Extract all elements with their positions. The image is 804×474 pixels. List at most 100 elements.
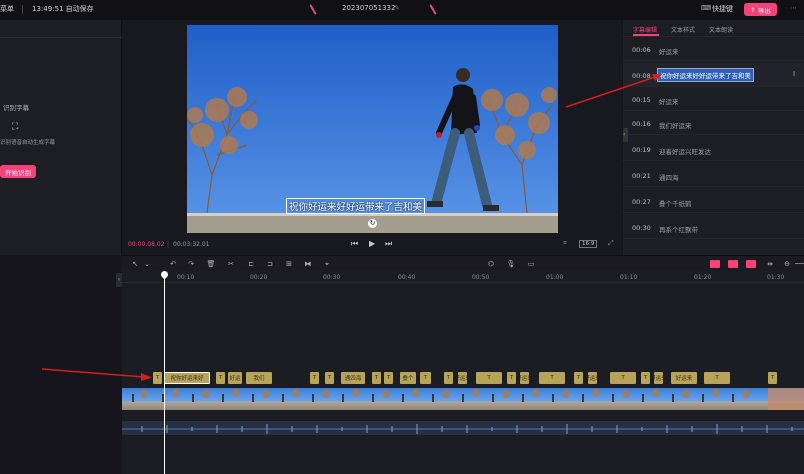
subtitle-clip[interactable]: T (310, 372, 319, 384)
subtitle-text-input[interactable]: 祝你好运来好好运带来了吉和美 (657, 68, 754, 82)
subtitle-clip[interactable]: T (372, 372, 381, 384)
play-icon[interactable]: ▶ (369, 239, 375, 248)
more-icon[interactable]: ⋯ (790, 4, 797, 12)
rotate-icon[interactable]: ↻ (368, 219, 377, 228)
subtitle-clip[interactable]: T (539, 372, 565, 384)
time-ruler[interactable]: 00:10 00:20 00:30 00:40 00:50 01:00 01:1… (122, 271, 804, 283)
subtitle-clip[interactable]: T (507, 372, 516, 384)
delete-icon[interactable]: 🗑 (206, 259, 216, 269)
project-name[interactable]: 202307051332 (342, 4, 395, 12)
subtitle-time: 00:06 (632, 46, 651, 54)
zoom-slider[interactable] (795, 263, 804, 264)
ruler-label: 00:30 (323, 274, 341, 281)
subtitle-row[interactable]: 00:27 叠个千纸鹤 (623, 191, 804, 213)
upload-icon: ⇧ (750, 5, 756, 14)
subtitle-row[interactable]: 00:16 我们好运来 (623, 113, 804, 135)
subtitle-clip[interactable]: 好运来 (458, 372, 467, 384)
select-tool-icon[interactable]: ↖ (130, 259, 140, 269)
timeline-toolbar: ↖ ⌄ ↶ ↷ 🗑 ✂ ⊏ ⊐ ⊞ ⧓ ⌖ ⌬ 🎙 ▭ ⇹ ⊖ (122, 255, 804, 271)
subtitle-clip[interactable]: T (420, 372, 431, 384)
shortcut-label[interactable]: 快捷键 (712, 4, 733, 14)
zoom-icon[interactable]: ⊖ (782, 259, 792, 269)
tab-text-style[interactable]: 文本样式 (671, 25, 695, 34)
edit-name-icon[interactable]: ✎ (394, 4, 400, 12)
subtitle-text[interactable]: 再系个红飘带 (659, 224, 698, 234)
subtitle-clip[interactable]: 好运来 (520, 372, 529, 384)
video-frame[interactable]: 祝你好运来好好运带来了吉和美 ↻ (187, 25, 558, 233)
subtitle-row[interactable]: 00:21 通四海 (623, 165, 804, 187)
timeline: 00:10 00:20 00:30 00:40 00:50 01:00 01:1… (122, 269, 804, 474)
tab-bar: 字幕编辑 文本样式 文本朗读 (623, 20, 804, 37)
split-icon[interactable]: ✂ (226, 259, 236, 269)
magnet-icon[interactable]: ⌬ (486, 259, 496, 269)
annotation-arrow (565, 74, 662, 108)
auto-snap-toggle-icon[interactable] (728, 260, 738, 268)
pin-icon[interactable]: ⌖ (322, 259, 332, 269)
divider (0, 37, 122, 38)
start-recognition-button[interactable]: 开始识别 (0, 165, 36, 178)
subtitle-clip[interactable]: T (444, 372, 453, 384)
subtitle-time: 00:30 (632, 224, 651, 232)
timecode-current: 00:00:08.02 (128, 241, 165, 248)
left-panel: 识别字幕 ⛶ 识别语音自动生成字幕 开始识别 (0, 20, 122, 255)
timecode-separator: | (167, 241, 170, 248)
trim-left-icon[interactable]: ⊏ (246, 259, 256, 269)
menu-label[interactable]: 菜单 (0, 4, 14, 14)
subtitle-text[interactable]: 叠个千纸鹤 (659, 198, 692, 208)
subtitle-overlay[interactable]: 祝你好运来好好运带来了吉和美 (286, 198, 426, 214)
subtitle-clip[interactable]: T (704, 372, 730, 384)
subtitle-clip[interactable]: T (768, 372, 777, 384)
link-clips-toggle-icon[interactable] (710, 260, 720, 268)
subtitle-row[interactable]: 00:19 迎着好运兴旺发达 (623, 139, 804, 161)
tab-text-to-speech[interactable]: 文本朗读 (709, 25, 733, 34)
keyboard-icon[interactable]: ⌨ (701, 4, 711, 12)
playhead[interactable] (164, 271, 165, 474)
subtitle-clip[interactable]: 我们 (246, 372, 272, 384)
subtitle-clip[interactable]: 好运来 (654, 372, 663, 384)
subtitle-row[interactable]: 00:30 再系个红飘带 (623, 217, 804, 239)
decor-slash-icon (429, 4, 437, 15)
trim-right-icon[interactable]: ⊐ (265, 259, 275, 269)
export-button[interactable]: ⇧ 导出 (744, 3, 777, 16)
subtitle-clip[interactable]: T (574, 372, 583, 384)
audio-track[interactable] (122, 421, 804, 435)
subtitle-clip[interactable]: 好运 (228, 372, 242, 384)
fullscreen-icon[interactable]: ⤢ (608, 239, 614, 248)
subtitle-text[interactable]: 通四海 (659, 172, 679, 182)
subtitle-clip[interactable]: T (216, 372, 225, 384)
zoom-fit-icon[interactable]: ⇹ (765, 259, 775, 269)
mic-icon[interactable]: 🎙 (506, 259, 516, 269)
ruler-label: 01:30 (767, 274, 785, 281)
subtitle-clip[interactable]: 好运来 (588, 372, 597, 384)
subtitle-row[interactable]: 00:06 好运来 (623, 39, 804, 61)
subtitle-clip[interactable]: T (384, 372, 393, 384)
subtitle-text[interactable]: 好运来 (659, 46, 679, 56)
tab-subtitle-edit[interactable]: 字幕编辑 (633, 25, 657, 34)
subtitle-clip[interactable]: 好运来 (671, 372, 697, 384)
subtitle-clip[interactable]: 叠个 (400, 372, 416, 384)
collapse-handle-icon[interactable]: ‹ (623, 128, 628, 142)
subtitle-clip[interactable]: T (610, 372, 636, 384)
subtitle-clip[interactable]: T (641, 372, 650, 384)
ruler-label: 01:20 (694, 274, 712, 281)
subtitle-clip[interactable]: 通四海 (341, 372, 365, 384)
next-frame-icon[interactable]: ⏭ (385, 239, 392, 249)
prev-frame-icon[interactable]: ⏮ (351, 239, 358, 249)
freeze-icon[interactable]: ⊞ (284, 259, 294, 269)
mirror-icon[interactable]: ⧓ (303, 259, 313, 269)
redo-icon[interactable]: ↷ (186, 259, 196, 269)
crop-icon[interactable]: ⌗ (563, 239, 567, 248)
video-track[interactable] (122, 388, 804, 410)
preview-axis-toggle-icon[interactable] (746, 260, 756, 268)
subtitle-text[interactable]: 我们好运来 (659, 120, 692, 130)
subtitle-clip[interactable]: T (325, 372, 334, 384)
subtitle-clip[interactable]: T (476, 372, 502, 384)
subtitle-text[interactable]: 迎着好运兴旺发达 (659, 146, 711, 156)
chevron-down-icon[interactable]: ⌄ (142, 259, 152, 269)
section-title: 识别字幕 (3, 104, 29, 112)
subtitle-clip-selected[interactable]: 祝你好运来好 (164, 372, 210, 384)
title-bar: 菜单 13:49:51 自动保存 202307051332 ✎ ⌨ 快捷键 ⇧ … (0, 0, 804, 20)
undo-icon[interactable]: ↶ (168, 259, 178, 269)
camera-icon[interactable]: ▭ (526, 259, 536, 269)
ratio-select[interactable]: 16:9 (579, 240, 598, 248)
